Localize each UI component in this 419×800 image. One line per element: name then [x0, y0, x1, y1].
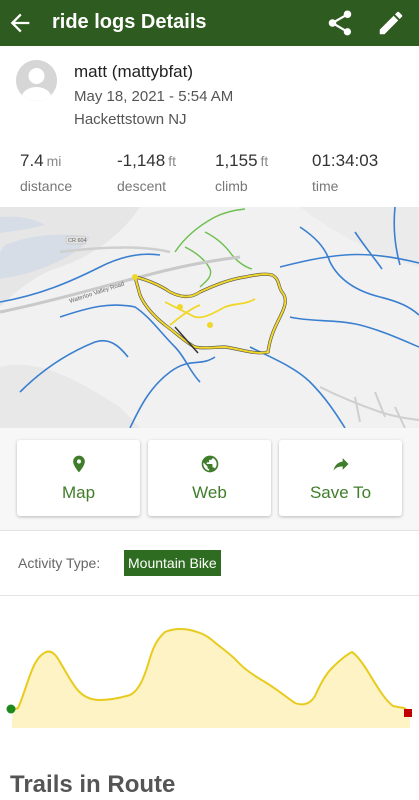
stat-value: 7.4 — [20, 151, 44, 170]
elevation-area — [12, 628, 410, 728]
elevation-profile — [0, 600, 419, 734]
map-button-label: Map — [61, 483, 96, 502]
user-name[interactable]: matt (mattybfat) — [74, 62, 193, 82]
stat-label: distance — [20, 178, 73, 194]
location-pin-icon — [72, 455, 85, 473]
map-canvas: Waterloo Valley Road CR 604 — [0, 207, 419, 428]
ride-header: matt (mattybfat) May 18, 2021 - 5:54 AM … — [0, 46, 419, 141]
activity-type-label: Activity Type: — [18, 555, 101, 571]
edit-pencil-icon[interactable] — [376, 8, 406, 38]
trails-section-title: Trails in Route — [10, 771, 176, 798]
divider — [0, 530, 419, 531]
ride-stats: 7.4 mi distance -1,148 ft descent 1,155 ft … — [0, 141, 419, 207]
page-title: ride logs Details — [52, 11, 207, 33]
save-to-button-label: Save To — [309, 483, 372, 502]
stat-label: time — [312, 178, 339, 194]
action-bar: Map Web Save To — [0, 428, 419, 530]
stat-value: 1,155 — [215, 151, 258, 170]
end-marker — [404, 709, 412, 717]
share-arrow-icon — [333, 458, 348, 471]
back-arrow-icon[interactable] — [6, 9, 34, 37]
share-icon[interactable] — [325, 8, 355, 38]
save-to-button[interactable]: Save To — [279, 440, 402, 516]
map-button[interactable]: Map — [17, 440, 140, 516]
person-icon — [16, 60, 57, 101]
stat-climb: 1,155 ft climb — [215, 151, 268, 194]
globe-icon — [201, 455, 218, 473]
stat-descent: -1,148 ft descent — [117, 151, 176, 194]
web-button[interactable]: Web — [148, 440, 271, 516]
divider — [0, 595, 419, 596]
stat-value: 01:34:03 — [312, 151, 379, 170]
activity-type-row: Activity Type: Mountain Bike — [0, 541, 419, 591]
stat-unit: mi — [46, 153, 62, 169]
ride-date: May 18, 2021 - 5:54 AM — [74, 88, 234, 105]
start-marker — [6, 704, 16, 714]
stat-distance: 7.4 mi distance — [20, 151, 72, 194]
stat-label: climb — [215, 178, 248, 194]
ride-location: Hackettstown NJ — [74, 111, 187, 128]
stat-time: 01:34:03 time — [312, 151, 378, 194]
stat-label: descent — [117, 178, 167, 194]
road-shield: CR 604 — [68, 238, 87, 244]
route-map[interactable]: Waterloo Valley Road CR 604 — [0, 207, 419, 428]
avatar[interactable] — [16, 60, 57, 101]
app-bar: ride logs Details — [0, 0, 419, 46]
web-button-label: Web — [192, 483, 227, 502]
stat-unit: ft — [260, 153, 269, 169]
stat-value: -1,148 — [117, 151, 166, 170]
stat-unit: ft — [168, 153, 176, 169]
activity-type-badge: Mountain Bike — [124, 550, 221, 576]
elevation-chart — [6, 627, 412, 728]
